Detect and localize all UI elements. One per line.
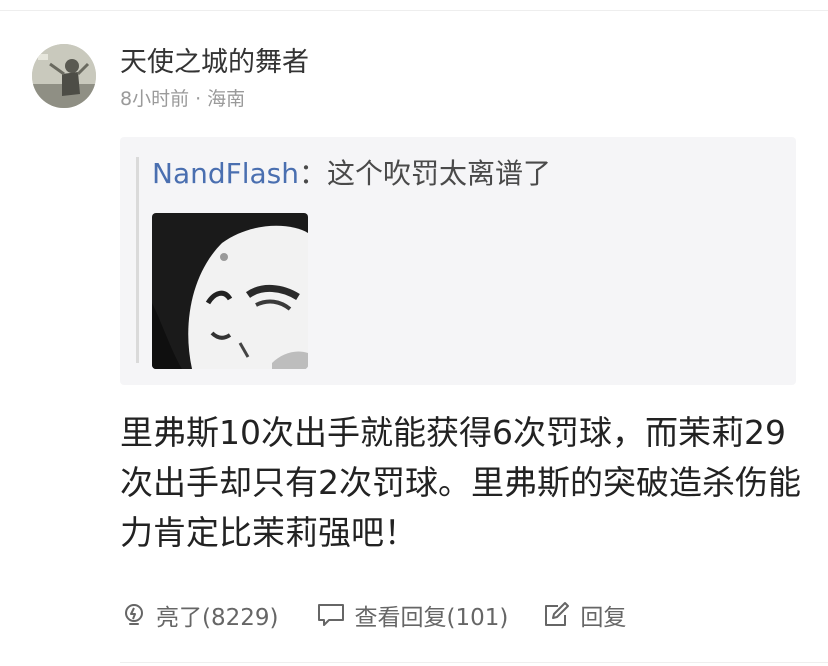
- avatar-image: [32, 44, 96, 108]
- reply-label: 回复: [580, 605, 627, 631]
- comment-bubble-icon: [318, 604, 345, 626]
- top-divider: [0, 10, 828, 11]
- view-replies-button[interactable]: 查看回复(101): [316, 598, 508, 632]
- quote-author[interactable]: NandFlash: [152, 157, 299, 190]
- lightbulb-icon: [125, 604, 143, 625]
- meme-face-image[interactable]: [152, 213, 308, 369]
- username[interactable]: 天使之城的舞者: [120, 44, 309, 82]
- quote-colon: ：: [299, 157, 328, 190]
- comment-page: 天使之城的舞者 8小时前 · 海南 NandFlash：这个吹罚太离谱了 里弗斯10…: [0, 0, 828, 666]
- meta-separator: ·: [195, 88, 202, 110]
- reply-button[interactable]: 回复: [542, 598, 626, 632]
- comment-time: 8小时前: [120, 88, 190, 110]
- bottom-divider: [120, 662, 828, 663]
- comment-meta: 8小时前 · 海南: [120, 86, 245, 112]
- quote-bar: [136, 157, 139, 363]
- view-replies-label: 查看回复(101): [354, 605, 509, 631]
- comment-actions: 亮了(8229) 查看回复(101) 回复: [120, 596, 626, 634]
- avatar[interactable]: [32, 44, 96, 108]
- like-label: 亮了(8229): [156, 605, 279, 631]
- quote-line: NandFlash：这个吹罚太离谱了: [152, 155, 551, 193]
- edit-icon: [545, 602, 570, 626]
- quote-text: 这个吹罚太离谱了: [327, 157, 552, 190]
- like-button[interactable]: 亮了(8229): [120, 598, 278, 632]
- comment-body: 里弗斯10次出手就能获得6次罚球，而茉莉29次出手却只有2次罚球。里弗斯的突破造…: [120, 413, 801, 552]
- quoted-comment[interactable]: NandFlash：这个吹罚太离谱了: [120, 137, 796, 385]
- comment-location: 海南: [207, 88, 246, 110]
